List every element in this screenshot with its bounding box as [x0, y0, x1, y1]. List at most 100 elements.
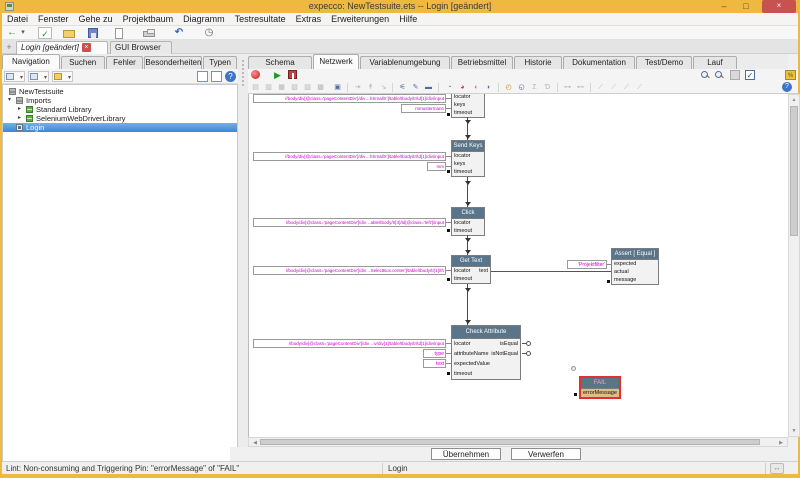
tab-historie[interactable]: Historie: [514, 56, 562, 69]
tab-betriebsmittel[interactable]: Betriebsmittel: [451, 56, 513, 69]
xpath-label-click[interactable]: //body/div[@class='pageContentDiv']/div……: [253, 218, 446, 227]
tab-typen[interactable]: Typen: [203, 56, 237, 69]
canvas-horizontal-scrollbar[interactable]: ◀ ▶: [248, 437, 788, 447]
menu-projektbaum[interactable]: Projektbaum: [118, 13, 179, 26]
freeze-pin-icon[interactable]: ◴: [503, 82, 514, 92]
print-icon[interactable]: [142, 27, 156, 39]
view-menu-button[interactable]: ▾: [4, 71, 25, 82]
block-check-attribute[interactable]: Check Attribute locatorisEqual attribute…: [451, 325, 521, 380]
expander-collapsed-icon[interactable]: ▸: [18, 114, 21, 123]
add-tab-button[interactable]: +: [4, 42, 14, 53]
accept-icon[interactable]: ✓: [38, 27, 52, 39]
run-icon[interactable]: ▶: [272, 70, 283, 80]
add-input-pin-icon[interactable]: ◔: [444, 82, 455, 92]
fit-view-icon[interactable]: [730, 70, 740, 80]
menu-hilfe[interactable]: Hilfe: [394, 13, 422, 26]
value-label-password[interactable]: mm: [427, 162, 446, 171]
tree-item-seleniumwebdriverlibrary[interactable]: ▸ SeleniumWebDriverLibrary: [3, 114, 237, 123]
scroll-down-icon[interactable]: ▼: [789, 428, 799, 434]
resize-grip-icon[interactable]: ↔: [770, 463, 784, 474]
horizontal-scroll-thumb[interactable]: [260, 439, 760, 445]
xpath-label-username[interactable]: //body/div[@class='pageContentDiv']/div……: [253, 94, 446, 103]
new-item-menu-button[interactable]: ▾: [28, 71, 49, 82]
menu-diagramm[interactable]: Diagramm: [178, 13, 230, 26]
move-down-icon[interactable]: ↘: [378, 82, 389, 92]
tab-schema[interactable]: Schema: [248, 56, 312, 69]
unfreeze-pin-icon[interactable]: ◵: [516, 82, 527, 92]
tab-netzwerk[interactable]: Netzwerk: [313, 54, 359, 69]
menu-datei[interactable]: Datei: [2, 13, 33, 26]
vertical-scroll-thumb[interactable]: [790, 106, 798, 236]
tab-close-icon[interactable]: ×: [82, 43, 91, 52]
value-label-attr-name[interactable]: type: [423, 349, 446, 358]
delete-icon[interactable]: ▨: [302, 82, 313, 92]
align-vertical-icon[interactable]: ⊷: [575, 82, 586, 92]
expander-collapsed-icon[interactable]: ▸: [18, 105, 21, 114]
menu-extras[interactable]: Extras: [291, 13, 327, 26]
back-icon[interactable]: ←: [5, 27, 19, 39]
xpath-label-checkattr[interactable]: //body/div[@class='pageContentDiv']/div……: [253, 339, 446, 348]
help-icon[interactable]: ?: [225, 71, 236, 82]
block-click[interactable]: Click locator timeout: [451, 207, 485, 236]
xpath-label-gettext[interactable]: //body/div[@class='pageContentDiv']/div……: [253, 266, 446, 275]
select-all-icon[interactable]: ▩: [315, 82, 326, 92]
scroll-left-icon[interactable]: ◀: [250, 440, 260, 446]
data-type-icon[interactable]: Ɗ: [542, 82, 553, 92]
line-style-3-icon[interactable]: ⟋: [621, 82, 632, 92]
value-label-username[interactable]: mmustermann: [401, 104, 446, 113]
sum-icon[interactable]: Σ: [529, 82, 540, 92]
tree-item-standard-library[interactable]: ▸ Standard Library: [3, 105, 237, 114]
grid-checkbox[interactable]: ✓: [745, 70, 755, 80]
save-icon[interactable]: [86, 27, 100, 39]
menu-erweiterungen[interactable]: Erweiterungen: [326, 13, 394, 26]
menu-fenster[interactable]: Fenster: [33, 13, 74, 26]
tree-item-newtestsuite[interactable]: NewTestsuite: [3, 87, 237, 96]
tab-variablenumgebung[interactable]: Variablenumgebung: [360, 56, 450, 69]
tab-dokumentation[interactable]: Dokumentation: [563, 56, 635, 69]
insert-step-icon[interactable]: ⇥: [352, 82, 363, 92]
tab-lauf[interactable]: Lauf: [693, 56, 737, 69]
toggle-pin-icon[interactable]: ◗: [483, 82, 494, 92]
expander-expanded-icon[interactable]: ▾: [8, 96, 11, 105]
open-folder-icon[interactable]: [62, 27, 76, 39]
back-dropdown-icon[interactable]: ▾: [19, 27, 27, 39]
paste-icon[interactable]: ▦: [276, 82, 287, 92]
debug-icon[interactable]: [288, 70, 297, 79]
block-partial[interactable]: locator keys timeout: [451, 94, 485, 118]
save-layout-icon[interactable]: [211, 71, 222, 82]
tab-fehler[interactable]: Fehler: [106, 56, 144, 69]
add-output-pin-icon[interactable]: ◖: [470, 82, 481, 92]
undo-icon[interactable]: ↶: [172, 27, 186, 39]
tab-suchen[interactable]: Suchen: [61, 56, 105, 69]
tab-besonderheiten[interactable]: Besonderheiten: [144, 56, 202, 69]
zoom-level-icon[interactable]: %: [785, 70, 796, 80]
scroll-right-icon[interactable]: ▶: [776, 440, 786, 446]
new-document-icon[interactable]: [112, 27, 126, 39]
value-label-attr-expected[interactable]: text: [423, 359, 446, 368]
remove-pin-icon[interactable]: ◕: [457, 82, 468, 92]
auto-connect-icon[interactable]: ▬: [423, 82, 434, 92]
line-style-4-icon[interactable]: ⟋: [634, 82, 645, 92]
float-view-icon[interactable]: [197, 71, 208, 82]
anchor-point[interactable]: [571, 366, 576, 371]
menu-testresultate[interactable]: Testresultate: [230, 13, 291, 26]
connect-pins-icon[interactable]: ⚟: [397, 82, 408, 92]
panel-splitter[interactable]: [238, 54, 248, 474]
tab-navigation[interactable]: Navigation: [2, 54, 60, 69]
close-button[interactable]: ×: [762, 0, 796, 13]
align-horizontal-icon[interactable]: ⊶: [562, 82, 573, 92]
copy-icon[interactable]: ▥: [263, 82, 274, 92]
maximize-button[interactable]: □: [736, 0, 756, 13]
line-style-2-icon[interactable]: ⟋: [608, 82, 619, 92]
tree-item-login[interactable]: Login: [3, 123, 237, 132]
block-assert-equal[interactable]: Assert [ Equal ] expected actual message: [611, 248, 659, 285]
discard-button[interactable]: Verwerfen: [511, 448, 581, 460]
block-get-text[interactable]: Get Text locatortext timeout: [451, 255, 491, 284]
palette-icon[interactable]: ▣: [332, 82, 343, 92]
move-up-icon[interactable]: ↟: [365, 82, 376, 92]
folder-menu-button[interactable]: ▾: [52, 71, 73, 82]
tree-item-imports[interactable]: ▾ Imports: [3, 96, 237, 105]
help-icon[interactable]: ?: [782, 82, 792, 92]
zoom-in-icon[interactable]: [700, 70, 710, 80]
search-icon[interactable]: [251, 70, 260, 79]
